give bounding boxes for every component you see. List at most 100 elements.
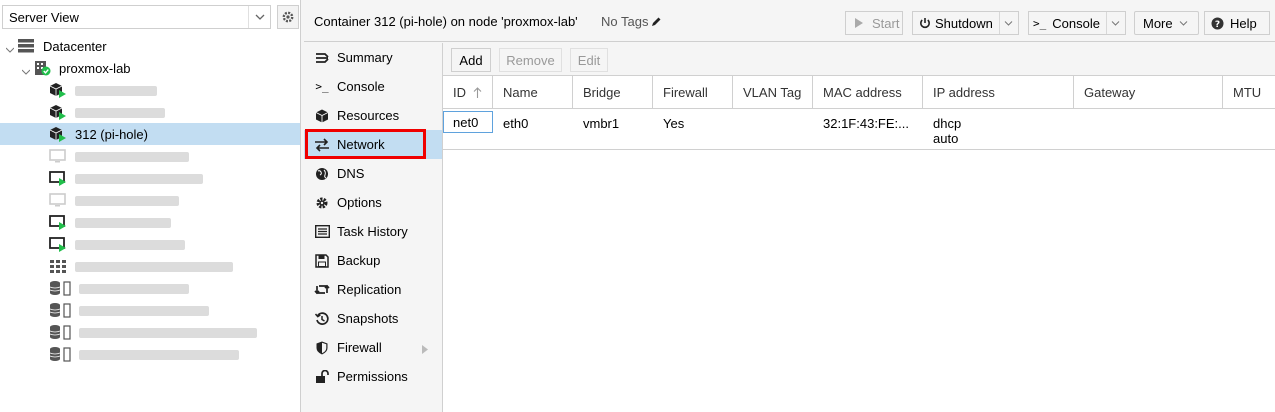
tree-label-datacenter: Datacenter [43,39,107,54]
tree-item-vm[interactable] [0,233,300,255]
help-button[interactable]: ? Help [1204,11,1270,35]
edit-button[interactable]: Edit [570,48,608,72]
menu-item-task-history[interactable]: Task History [304,217,442,246]
monitor-stopped-icon [49,192,67,208]
view-selector[interactable]: Server View [2,5,271,29]
caret-right-icon [422,342,428,357]
menu-item-snapshots[interactable]: Snapshots [304,304,442,333]
power-icon [919,17,931,29]
tree-item-vm[interactable] [0,145,300,167]
column-header-mtu[interactable]: MTU [1223,76,1275,109]
terminal-icon: >_ [1033,16,1047,30]
menu-label: Task History [337,224,408,239]
server-icon [17,38,35,54]
tree-item-container[interactable] [0,101,300,123]
chevron-down-icon[interactable] [248,6,270,28]
cell-name: eth0 [503,116,529,131]
grid-header: ID Name Bridge Firewall VLAN Tag MAC add… [443,76,1275,109]
menu-label: Backup [337,253,381,268]
column-header-bridge[interactable]: Bridge [573,76,653,109]
page-title: Container 312 (pi-hole) on node 'proxmox… [314,14,578,29]
menu-item-resources[interactable]: Resources [304,101,442,130]
tree-item-storage[interactable] [0,321,300,343]
globe-icon [314,166,330,182]
menu-label: Firewall [337,340,382,355]
tree-item-node[interactable]: proxmox-lab [0,57,300,79]
play-icon [854,18,864,28]
more-label: More [1143,15,1173,31]
exchange-icon [314,137,330,153]
start-button[interactable]: Start [845,11,903,35]
tree-item-selected-container[interactable]: 312 (pi-hole) [0,123,300,145]
blurred-label [79,350,239,360]
column-header-firewall[interactable]: Firewall [653,76,733,109]
remove-button[interactable]: Remove [499,48,562,72]
tree-item-storage[interactable] [0,343,300,365]
cell-mtu [1223,109,1275,149]
blurred-label [75,196,179,206]
menu-label: Replication [337,282,402,297]
column-header-id[interactable]: ID [443,76,493,109]
menu-item-dns[interactable]: DNS [304,159,442,188]
view-selector-value: Server View [9,10,79,25]
blurred-label [75,108,165,118]
menu-item-summary[interactable]: Summary [304,43,442,72]
column-header-ip-address[interactable]: IP address [923,76,1074,109]
cell-id[interactable]: net0 [443,111,493,133]
shutdown-button[interactable]: Shutdown [912,11,1019,35]
blurred-label [79,284,189,294]
tree-item-storage[interactable] [0,299,300,321]
menu-item-replication[interactable]: Replication [304,275,442,304]
chevron-down-icon[interactable] [1105,12,1125,34]
tree-item-vm[interactable] [0,211,300,233]
tags-area[interactable]: No Tags [601,14,662,29]
monitor-running-icon [49,214,67,230]
blurred-label [75,262,233,272]
menu-item-network[interactable]: Network [304,130,442,159]
gear-icon[interactable] [277,5,299,29]
blurred-label [75,240,185,250]
cell-vlan-tag [733,109,813,149]
menu-item-backup[interactable]: Backup [304,246,442,275]
column-header-name[interactable]: Name [493,76,573,109]
more-button[interactable]: More [1134,11,1199,35]
chevron-down-icon[interactable] [5,42,15,53]
tree-item-vm[interactable] [0,189,300,211]
resource-tree-panel: Server View Datacenter proxmox-lab 312 (… [0,0,301,412]
console-button[interactable]: >_ Console [1028,11,1126,35]
storage-icon [49,302,71,318]
column-header-mac-address[interactable]: MAC address [813,76,923,109]
column-header-vlan-tag[interactable]: VLAN Tag [733,76,813,109]
chevron-down-icon[interactable] [998,12,1018,34]
ip-v6-value: auto [933,131,959,146]
menu-item-console[interactable]: >_ Console [304,72,442,101]
menu-item-firewall[interactable]: Firewall [304,333,442,362]
cell-bridge: vmbr1 [583,116,620,131]
monitor-running-icon [49,236,67,252]
container-running-icon [49,126,67,142]
table-row[interactable]: net0 eth0 vmbr1 Yes 32:1F:43:FE:... dhcp… [443,109,1275,150]
menu-label: Network [337,137,385,152]
tree-item-storage[interactable] [0,277,300,299]
container-running-icon [49,82,67,98]
column-header-gateway[interactable]: Gateway [1074,76,1223,109]
menu-item-permissions[interactable]: Permissions [304,362,442,391]
chevron-down-icon [1179,20,1188,26]
unlock-icon [314,369,330,385]
history-icon [314,311,330,327]
menu-label: Resources [337,108,400,123]
tree-item-vm[interactable] [0,167,300,189]
pencil-icon[interactable] [650,16,662,28]
chevron-down-icon[interactable] [21,64,31,75]
tree-item-container[interactable] [0,79,300,101]
add-button[interactable]: Add [451,48,491,72]
menu-label: Snapshots [337,311,399,326]
shield-icon [314,340,330,356]
menu-label: Permissions [337,369,408,384]
terminal-icon: >_ [315,80,329,93]
tree-item-datacenter[interactable]: Datacenter [0,35,300,57]
menu-item-options[interactable]: Options [304,188,442,217]
storage-icon [49,280,71,296]
tree-item-sdn[interactable] [0,255,300,277]
floppy-icon [314,253,330,269]
